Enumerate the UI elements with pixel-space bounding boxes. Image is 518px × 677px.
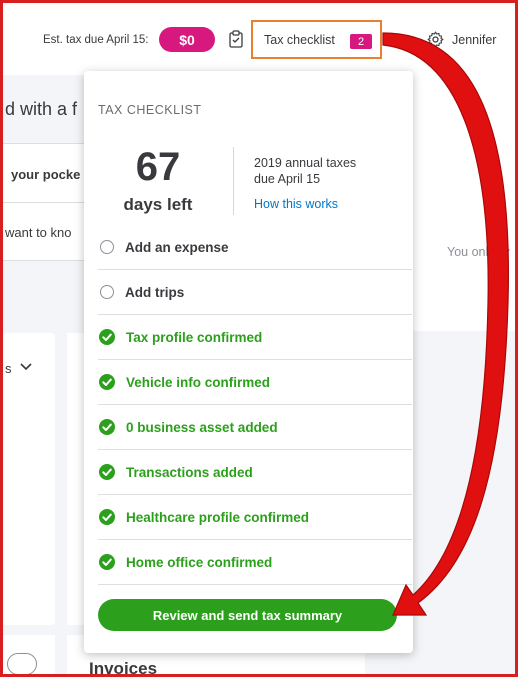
- checklist-item[interactable]: Healthcare profile confirmed: [98, 495, 412, 540]
- vertical-divider: [233, 147, 234, 215]
- background-left-card: [3, 333, 55, 625]
- checklist-item[interactable]: 0 business asset added: [98, 405, 412, 450]
- background-divider: [3, 202, 88, 203]
- check-circle-icon: [99, 464, 115, 480]
- screenshot-frame: d with a f your pocke want to kno You on…: [0, 0, 518, 677]
- review-send-tax-summary-button[interactable]: Review and send tax summary: [98, 599, 397, 631]
- how-this-works-link[interactable]: How this works: [254, 197, 338, 211]
- checklist-item[interactable]: Vehicle info confirmed: [98, 360, 412, 405]
- toggle-switch[interactable]: [7, 653, 37, 674]
- annual-taxes-info: 2019 annual taxes due April 15: [254, 155, 384, 187]
- check-circle-icon: [99, 509, 115, 525]
- checklist-item[interactable]: Transactions added: [98, 450, 412, 495]
- top-bar: Est. tax due April 15: $0 Tax checklist …: [3, 3, 515, 75]
- background-card-title: your pocke: [11, 167, 81, 182]
- est-tax-badge[interactable]: $0: [159, 27, 215, 52]
- checklist-item-label: Tax profile confirmed: [126, 329, 263, 345]
- checklist-item-label: Add trips: [125, 284, 185, 300]
- popover-title: TAX CHECKLIST: [98, 103, 202, 117]
- check-circle-icon: [99, 374, 115, 390]
- checklist-items: Add an expense Add trips Tax profile confi…: [98, 225, 412, 585]
- gear-icon[interactable]: [427, 31, 444, 48]
- checklist-item[interactable]: Add an expense: [98, 225, 412, 270]
- checklist-item-label: Vehicle info confirmed: [126, 374, 271, 390]
- annual-taxes-line2: due April 15: [254, 172, 321, 186]
- tax-checklist-button[interactable]: Tax checklist 2: [251, 20, 382, 59]
- checklist-item-label: Healthcare profile confirmed: [126, 509, 310, 525]
- background-side-text: s: [5, 361, 12, 376]
- tax-checklist-popover: TAX CHECKLIST 67 days left 2019 annual t…: [84, 71, 413, 653]
- checklist-item[interactable]: Tax profile confirmed: [98, 315, 412, 360]
- checklist-item-label: Transactions added: [126, 464, 253, 480]
- chevron-down-icon[interactable]: [20, 362, 32, 372]
- background-right-text: You only liv: [447, 245, 510, 259]
- check-circle-icon: [99, 554, 115, 570]
- background-card-text: want to kno: [5, 225, 72, 240]
- background-heading: d with a f: [5, 99, 78, 119]
- radio-circle-icon[interactable]: [100, 285, 114, 299]
- invoices-heading: Invoices: [89, 659, 158, 677]
- clipboard-icon[interactable]: [229, 30, 243, 48]
- est-tax-label: Est. tax due April 15:: [43, 34, 149, 46]
- check-circle-icon: [99, 329, 115, 345]
- annual-taxes-line1: 2019 annual taxes: [254, 156, 357, 170]
- radio-circle-icon[interactable]: [100, 240, 114, 254]
- checklist-item-label: Home office confirmed: [126, 554, 273, 570]
- tax-checklist-count-badge: 2: [350, 34, 372, 49]
- checklist-item-label: 0 business asset added: [126, 419, 278, 435]
- checklist-item-label: Add an expense: [125, 239, 229, 255]
- days-left-number: 67: [135, 145, 181, 189]
- checklist-item[interactable]: Home office confirmed: [98, 540, 412, 585]
- illustration-icon: [488, 197, 508, 234]
- tax-checklist-label: Tax checklist: [264, 32, 335, 47]
- checklist-item[interactable]: Add trips: [98, 270, 412, 315]
- days-left-label: days left: [123, 195, 193, 214]
- user-name-menu[interactable]: Jennifer: [452, 33, 496, 47]
- check-circle-icon: [99, 419, 115, 435]
